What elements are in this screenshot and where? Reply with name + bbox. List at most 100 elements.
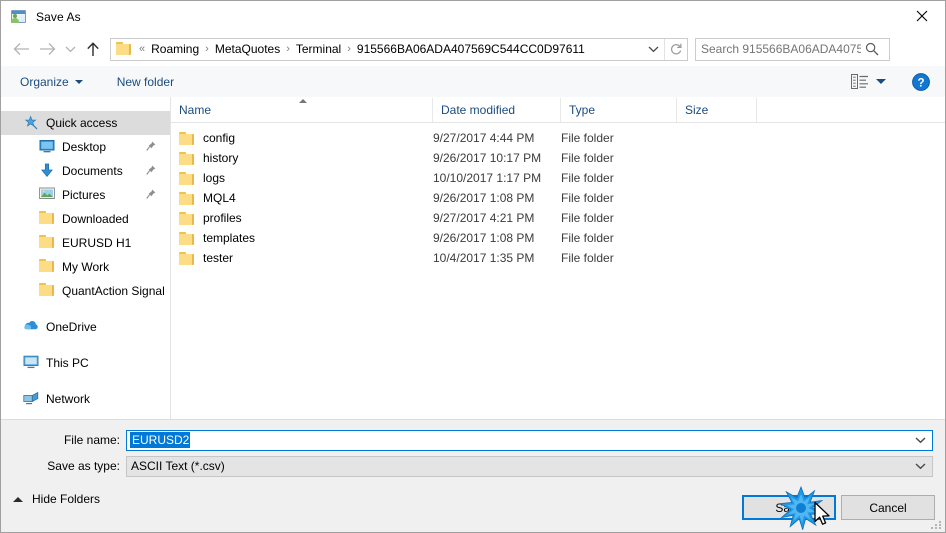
search-box[interactable] xyxy=(695,37,890,61)
save-form: File name: EURUSD2 Save as type: ASCII T… xyxy=(1,419,945,490)
save-as-type-select[interactable]: ASCII Text (*.csv) xyxy=(126,455,933,477)
sidebar-item-label: OneDrive xyxy=(46,320,97,334)
pin-icon[interactable] xyxy=(146,141,156,153)
chevron-down-icon xyxy=(915,437,925,444)
sidebar-item-eurusd-h1[interactable]: EURUSD H1 xyxy=(1,231,170,255)
file-name-dropdown-button[interactable] xyxy=(908,431,932,450)
save-as-dialog: Save As « Roaming › MetaQuotes › Termina… xyxy=(0,0,946,533)
sidebar-item-network[interactable]: Network xyxy=(1,387,170,411)
sidebar-item-label: My Work xyxy=(62,260,110,274)
cancel-button-label: Cancel xyxy=(869,500,907,515)
table-row[interactable]: profiles 9/27/2017 4:21 PM File folder xyxy=(171,208,945,228)
breadcrumb-item-1[interactable]: MetaQuotes xyxy=(212,42,283,56)
folder-icon xyxy=(39,283,55,299)
file-type: File folder xyxy=(561,151,614,165)
table-row[interactable]: MQL4 9/26/2017 1:08 PM File folder xyxy=(171,188,945,208)
chevron-down-icon xyxy=(648,46,658,53)
arrow-left-icon xyxy=(13,43,29,55)
chevron-down-icon xyxy=(74,79,83,84)
column-headers: Name Date modified Type Size xyxy=(171,97,945,123)
column-header-size[interactable]: Size xyxy=(677,98,757,122)
window-title: Save As xyxy=(36,9,81,24)
folder-icon xyxy=(179,151,195,165)
file-name-cell: tester xyxy=(171,251,433,265)
pin-icon[interactable] xyxy=(146,165,156,177)
hide-folders-button[interactable]: Hide Folders xyxy=(13,492,100,506)
file-list: Name Date modified Type Size config 9/27… xyxy=(171,97,945,419)
file-date: 9/26/2017 1:08 PM xyxy=(433,191,535,205)
file-name: templates xyxy=(203,231,256,245)
file-type: File folder xyxy=(561,231,614,245)
search-icon[interactable] xyxy=(861,42,883,56)
file-date: 10/10/2017 1:17 PM xyxy=(433,171,542,185)
sidebar-item-label: Pictures xyxy=(62,188,106,202)
sidebar-item-pictures[interactable]: Pictures xyxy=(1,183,170,207)
navigation-pane: Quick access Desktop Documents Pictures … xyxy=(1,97,171,419)
chevron-down-icon xyxy=(876,79,886,84)
address-bar[interactable]: « Roaming › MetaQuotes › Terminal › 9155… xyxy=(110,37,688,61)
new-folder-button[interactable]: New folder xyxy=(109,71,182,93)
search-input[interactable] xyxy=(701,42,861,56)
recent-locations-button[interactable] xyxy=(60,36,80,62)
breadcrumb-separator: › xyxy=(205,43,209,55)
file-type: File folder xyxy=(561,171,614,185)
new-folder-label: New folder xyxy=(116,74,175,89)
resize-grip[interactable] xyxy=(931,519,943,531)
file-name-input[interactable]: EURUSD2 xyxy=(126,429,933,451)
table-row[interactable]: config 9/27/2017 4:44 PM File folder xyxy=(171,128,945,148)
close-icon xyxy=(916,10,928,22)
folder-icon xyxy=(179,171,195,185)
file-name: logs xyxy=(203,171,226,185)
breadcrumb-overflow[interactable]: « xyxy=(136,43,148,55)
breadcrumb-item-3[interactable]: 915566BA06ADA407569C544CC0D97611 xyxy=(354,42,588,56)
forward-button[interactable] xyxy=(34,36,60,62)
dialog-content: Quick access Desktop Documents Pictures … xyxy=(1,97,945,419)
breadcrumb: « Roaming › MetaQuotes › Terminal › 9155… xyxy=(136,42,642,56)
table-row[interactable]: history 9/26/2017 10:17 PM File folder xyxy=(171,148,945,168)
file-rows: config 9/27/2017 4:44 PM File folder his… xyxy=(171,123,945,268)
close-button[interactable] xyxy=(899,1,945,31)
cancel-button[interactable]: Cancel xyxy=(841,495,935,520)
folder-icon xyxy=(39,211,55,227)
refresh-button[interactable] xyxy=(664,38,687,60)
navigation-bar: « Roaming › MetaQuotes › Terminal › 9155… xyxy=(1,32,945,66)
back-button[interactable] xyxy=(8,36,34,62)
file-type: File folder xyxy=(561,131,614,145)
table-row[interactable]: logs 10/10/2017 1:17 PM File folder xyxy=(171,168,945,188)
this-pc-icon xyxy=(23,355,39,371)
breadcrumb-item-2[interactable]: Terminal xyxy=(293,42,344,56)
up-button[interactable] xyxy=(80,36,106,62)
sidebar-item-desktop[interactable]: Desktop xyxy=(1,135,170,159)
file-name-cell: history xyxy=(171,151,433,165)
arrow-up-icon xyxy=(87,41,99,56)
sidebar-item-label: This PC xyxy=(46,356,89,370)
sidebar-item-quick-access[interactable]: Quick access xyxy=(1,111,170,135)
folder-icon xyxy=(179,231,195,245)
file-date: 10/4/2017 1:35 PM xyxy=(433,251,535,265)
dialog-footer: Hide Folders Save Cancel xyxy=(1,489,945,532)
address-dropdown-button[interactable] xyxy=(642,39,664,60)
pictures-icon xyxy=(39,187,55,203)
organize-button[interactable]: Organize xyxy=(12,71,91,93)
sidebar-item-documents[interactable]: Documents xyxy=(1,159,170,183)
sidebar-item-onedrive[interactable]: OneDrive xyxy=(1,315,170,339)
sidebar-item-downloaded[interactable]: Downloaded xyxy=(1,207,170,231)
save-as-type-dropdown-button[interactable] xyxy=(908,457,932,476)
file-type: File folder xyxy=(561,211,614,225)
sidebar-item-this-pc[interactable]: This PC xyxy=(1,351,170,375)
table-row[interactable]: templates 9/26/2017 1:08 PM File folder xyxy=(171,228,945,248)
save-as-type-value: ASCII Text (*.csv) xyxy=(131,459,225,473)
save-button[interactable]: Save xyxy=(742,495,836,520)
column-header-type[interactable]: Type xyxy=(561,98,677,122)
sidebar-item-quantaction-signal[interactable]: QuantAction Signal xyxy=(1,279,170,303)
breadcrumb-item-0[interactable]: Roaming xyxy=(148,42,202,56)
column-header-date-modified[interactable]: Date modified xyxy=(433,98,561,122)
sidebar-item-label: QuantAction Signal xyxy=(62,284,165,298)
pin-icon[interactable] xyxy=(146,189,156,201)
sidebar-item-my-work[interactable]: My Work xyxy=(1,255,170,279)
sidebar-item-label: Desktop xyxy=(62,140,107,154)
help-button[interactable]: ? xyxy=(912,72,930,91)
change-view-button[interactable] xyxy=(847,71,890,92)
chevron-down-icon xyxy=(65,46,75,53)
table-row[interactable]: tester 10/4/2017 1:35 PM File folder xyxy=(171,248,945,268)
